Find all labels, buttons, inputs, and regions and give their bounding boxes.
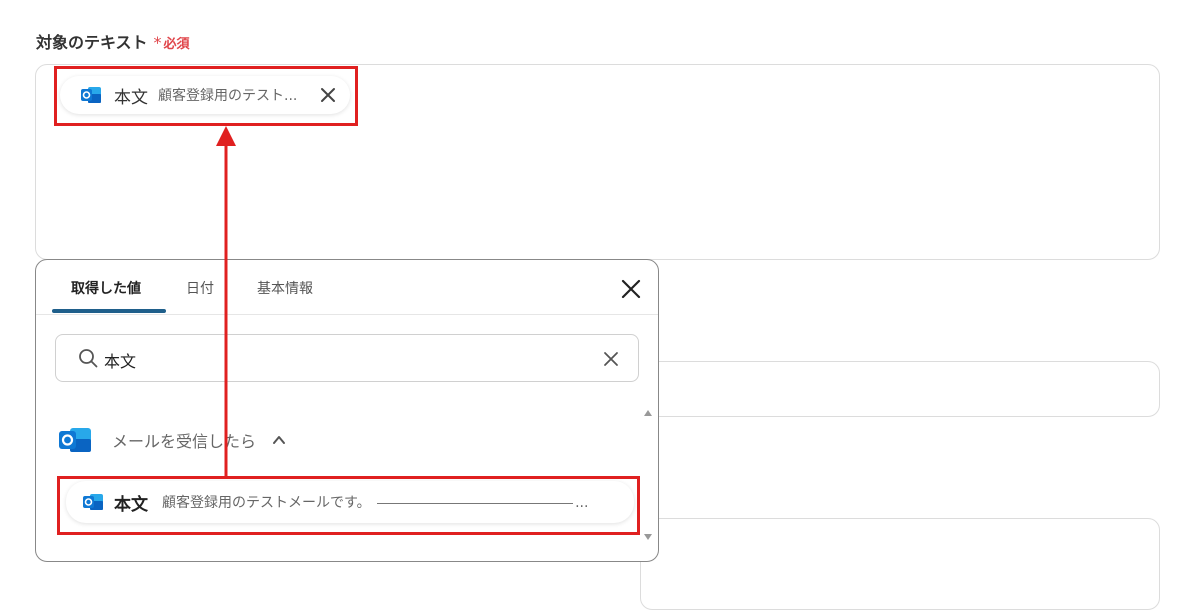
field-label: 対象のテキスト * 必須 [36,29,190,53]
background-field[interactable] [640,361,1160,417]
tab-basic-info[interactable]: 基本情報 [257,278,313,298]
result-item[interactable]: 本文 顧客登録用のテストメールです。 ... [66,481,634,523]
scroll-down-arrow[interactable] [644,534,652,540]
required-star: * [153,33,162,52]
chip-label: 本文 [114,87,148,108]
tab-bar: 取得した値 日付 基本情報 [36,260,658,315]
scrollbar[interactable] [642,410,654,540]
scroll-up-arrow[interactable] [644,410,652,416]
group-header[interactable]: メールを受信したら [58,424,286,456]
search-value: 本文 [104,352,137,371]
result-value: 顧客登録用のテストメールです。 ... [162,492,588,512]
chip-value: 顧客登録用のテスト... [158,88,298,104]
tab-acquired-values[interactable]: 取得した値 [71,278,141,298]
search-icon [79,349,98,368]
result-ellipsis: ... [575,495,589,511]
outlook-icon [81,87,101,103]
result-value-text: 顧客登録用のテストメールです。 [162,495,371,511]
result-label: 本文 [114,494,148,515]
outlook-icon [59,428,91,452]
selected-value-chip[interactable]: 本文 顧客登録用のテスト... [60,76,350,114]
active-tab-indicator [52,309,166,313]
divider-line [377,502,574,504]
group-label: メールを受信したら [112,432,257,451]
clear-icon[interactable] [602,350,620,368]
value-picker-panel: 取得した値 日付 基本情報 本文 メールを受信したら 本文 顧客登録用のテストメ… [35,259,659,562]
chevron-up-icon[interactable] [272,433,286,447]
field-label-text: 対象のテキスト [36,33,148,52]
required-text: 必須 [163,37,190,52]
search-input[interactable]: 本文 [55,334,639,382]
outlook-icon [83,494,103,510]
tab-date[interactable]: 日付 [186,278,214,298]
close-icon[interactable] [318,85,338,105]
background-field[interactable] [640,518,1160,610]
close-icon[interactable] [620,278,642,300]
